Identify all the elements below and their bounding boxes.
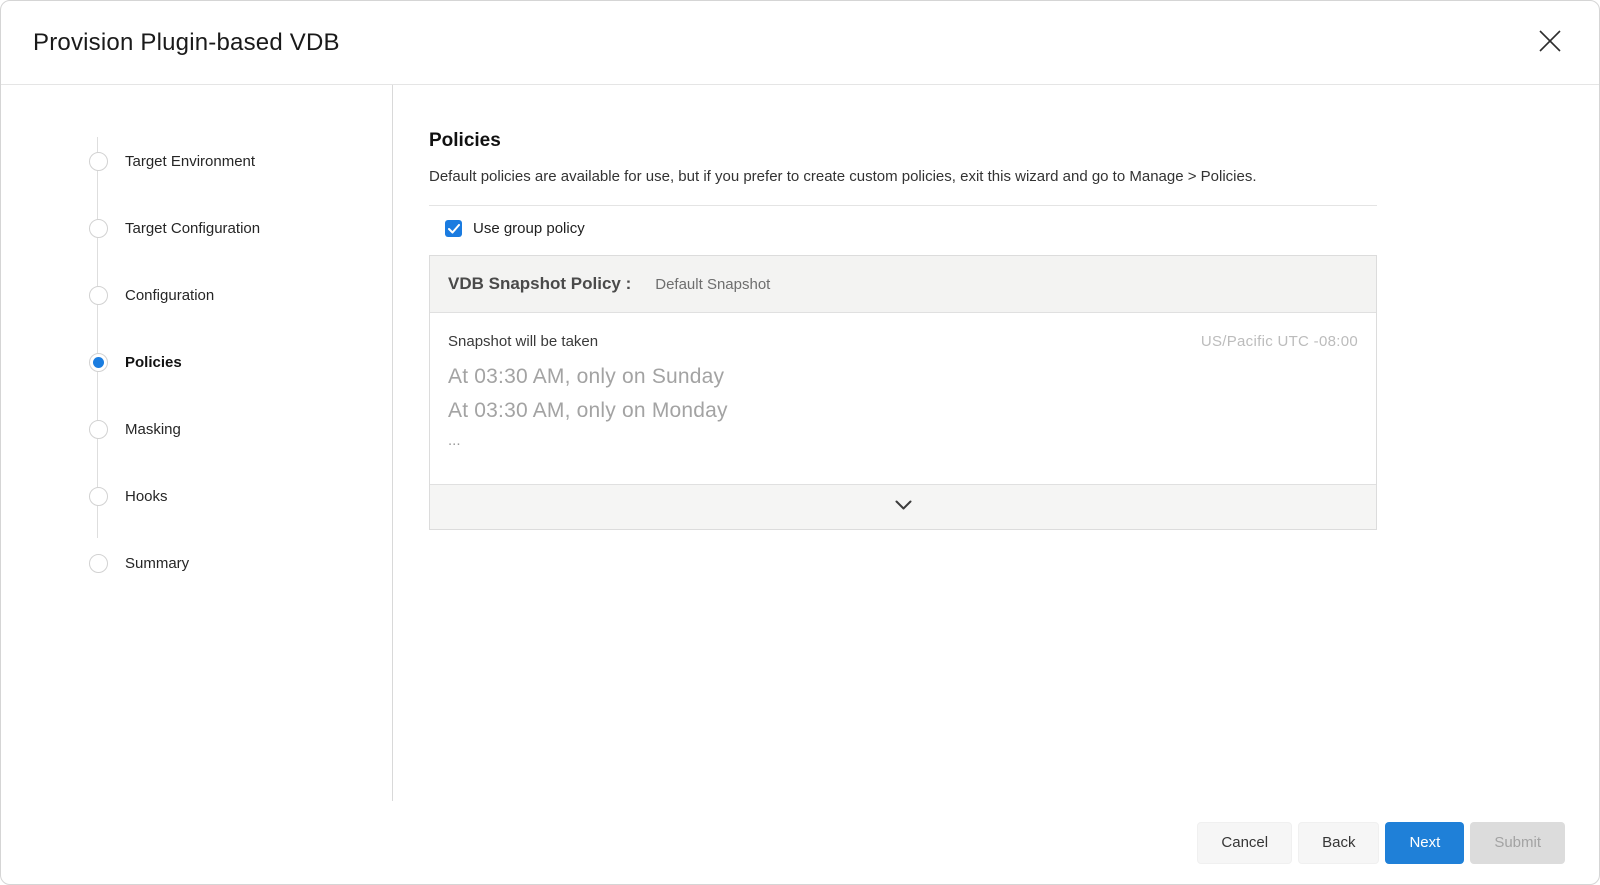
step-hooks[interactable]: Hooks	[1, 463, 392, 530]
step-circle-icon	[89, 420, 108, 439]
step-label: Target Configuration	[125, 220, 260, 237]
page-title: Policies	[429, 130, 1377, 152]
checkbox-checked-icon	[445, 220, 462, 237]
chevron-down-icon	[895, 498, 912, 516]
step-label: Policies	[125, 354, 182, 371]
panel-title: VDB Snapshot Policy :	[448, 274, 631, 294]
step-target-environment[interactable]: Target Environment	[1, 128, 392, 195]
schedule-line: At 03:30 AM, only on Sunday	[448, 360, 1358, 394]
step-summary[interactable]: Summary	[1, 530, 392, 597]
step-label: Target Environment	[125, 153, 255, 170]
step-label: Summary	[125, 555, 189, 572]
back-button[interactable]: Back	[1298, 822, 1379, 864]
step-circle-active-icon	[89, 353, 108, 372]
schedule-ellipsis: ...	[448, 432, 1358, 449]
step-label: Configuration	[125, 287, 214, 304]
step-circle-icon	[89, 152, 108, 171]
selected-policy-value: Default Snapshot	[655, 276, 770, 293]
panel-header: VDB Snapshot Policy : Default Snapshot	[430, 256, 1376, 313]
use-group-policy-checkbox[interactable]: Use group policy	[445, 220, 1377, 237]
step-masking[interactable]: Masking	[1, 396, 392, 463]
snapshot-taken-label: Snapshot will be taken	[448, 333, 598, 350]
provision-vdb-dialog: Provision Plugin-based VDB Target Enviro…	[0, 0, 1600, 885]
step-circle-icon	[89, 286, 108, 305]
divider	[429, 205, 1377, 206]
step-circle-icon	[89, 219, 108, 238]
expand-schedule-button[interactable]	[430, 484, 1376, 529]
schedule-list: At 03:30 AM, only on Sunday At 03:30 AM,…	[448, 360, 1358, 449]
dialog-footer: Cancel Back Next Submit	[1, 801, 1599, 884]
cancel-button[interactable]: Cancel	[1197, 822, 1292, 864]
step-target-configuration[interactable]: Target Configuration	[1, 195, 392, 262]
schedule-line: At 03:30 AM, only on Monday	[448, 394, 1358, 428]
panel-body: Snapshot will be taken US/Pacific UTC -0…	[430, 313, 1376, 484]
checkbox-label: Use group policy	[473, 220, 585, 237]
wizard-stepper: Target Environment Target Configuration …	[1, 85, 393, 801]
step-policies[interactable]: Policies	[1, 329, 392, 396]
next-button[interactable]: Next	[1385, 822, 1464, 864]
step-label: Hooks	[125, 488, 168, 505]
step-configuration[interactable]: Configuration	[1, 262, 392, 329]
main-content: Policies Default policies are available …	[393, 85, 1599, 801]
submit-button[interactable]: Submit	[1470, 822, 1565, 864]
timezone-label: US/Pacific UTC -08:00	[1201, 333, 1358, 350]
dialog-title: Provision Plugin-based VDB	[33, 29, 340, 57]
step-circle-icon	[89, 487, 108, 506]
close-button[interactable]	[1533, 26, 1567, 60]
vdb-snapshot-policy-panel: VDB Snapshot Policy : Default Snapshot S…	[429, 255, 1377, 530]
page-description: Default policies are available for use, …	[429, 168, 1377, 185]
step-label: Masking	[125, 421, 181, 438]
step-circle-icon	[89, 554, 108, 573]
dialog-body: Target Environment Target Configuration …	[1, 85, 1599, 801]
dialog-header: Provision Plugin-based VDB	[1, 1, 1599, 85]
x-icon	[1537, 28, 1563, 57]
